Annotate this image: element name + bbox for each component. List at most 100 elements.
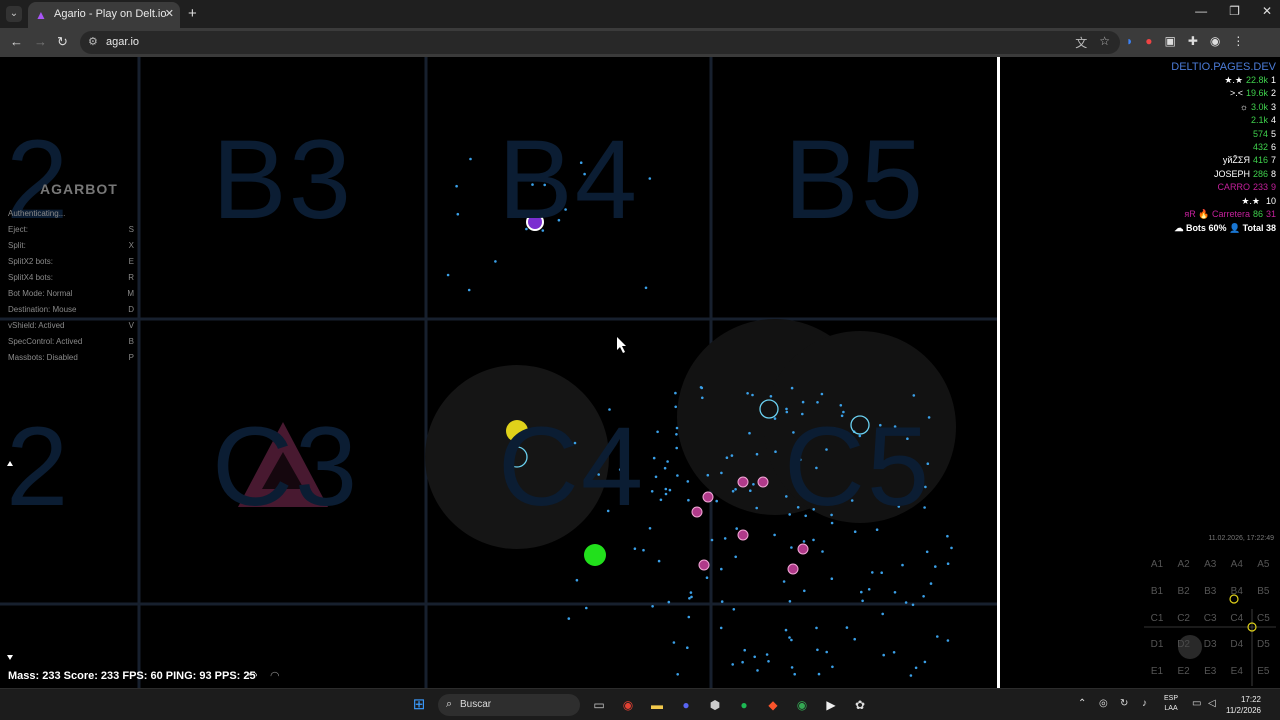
leaderboard-row: JOSEPH 286 8 bbox=[1146, 169, 1276, 182]
leaderboard-name: CARRO bbox=[1217, 182, 1250, 193]
pellet bbox=[687, 615, 691, 619]
sector-label: C4 bbox=[498, 404, 646, 529]
tab-agario[interactable]: ▲ Agario - Play on Delt.io ✕ bbox=[28, 2, 180, 28]
leaderboard-row: 574 5 bbox=[1146, 129, 1276, 142]
tab-close-icon[interactable]: ✕ bbox=[165, 7, 174, 20]
pellet bbox=[790, 638, 793, 642]
extension-box-icon[interactable]: ▣ bbox=[1165, 34, 1176, 48]
sector-label: B5 bbox=[784, 117, 925, 242]
menu-key: V bbox=[128, 321, 134, 330]
pellet bbox=[455, 184, 458, 188]
pellet bbox=[860, 590, 863, 594]
leaderboard-rank: 5 bbox=[1270, 128, 1276, 139]
sector-label: C3 bbox=[212, 404, 360, 529]
pellet bbox=[705, 576, 709, 579]
extensions-puzzle-icon[interactable]: ✚ bbox=[1188, 34, 1198, 48]
taskbar: ⊞ ⌕ Buscar ▭ ◉ ▬ ● ⬢ ● ◆ ◉ ▶ ✿ ⌃ ◎ ↻ ♪ E… bbox=[0, 688, 1280, 720]
pellet bbox=[880, 571, 883, 574]
tray-app-icon[interactable]: ◎ bbox=[1099, 698, 1108, 709]
pellet bbox=[788, 600, 792, 603]
leaderboard-row: >.< 19.6k 2 bbox=[1146, 88, 1276, 101]
extension-wave-icon[interactable]: ◗ bbox=[1126, 34, 1133, 48]
leaderboard-name: ☼ bbox=[1239, 101, 1248, 112]
taskbar-search[interactable]: ⌕ Buscar bbox=[438, 694, 580, 716]
leaderboard: DELTIO.PAGES.DEV ★.★ 22.8k 1 >.< 19.6k 2 ☼ 3.0k… bbox=[1146, 61, 1276, 234]
extensions-area: ◗ ● ▣ ✚ ◉ ⋮ bbox=[1126, 34, 1244, 48]
pellet bbox=[755, 506, 758, 510]
chrome-icon[interactable]: ◉ bbox=[619, 696, 637, 714]
game-canvas[interactable]: 2 B3 B4 B5 2 C3 C4 C5 AGARBOT Authentica… bbox=[0, 57, 1280, 688]
translate-icon[interactable]: 文 bbox=[1075, 34, 1087, 51]
network-icon[interactable]: ▭ bbox=[1192, 698, 1201, 709]
ejected-mass-cell bbox=[698, 559, 710, 571]
pellet bbox=[701, 396, 704, 400]
pellet bbox=[820, 392, 824, 396]
pellet bbox=[654, 475, 658, 479]
leaderboard-name: яR 🔥 Carretera bbox=[1184, 208, 1250, 219]
file-explorer-icon[interactable]: ▬ bbox=[648, 696, 666, 714]
discord-icon[interactable]: ● bbox=[677, 696, 695, 714]
pellet bbox=[950, 546, 953, 550]
language-code: ESP bbox=[1164, 695, 1179, 702]
language-indicator[interactable]: ESP LAA bbox=[1164, 694, 1178, 714]
menu-label: SplitX4 bots: bbox=[8, 273, 53, 282]
brave-icon[interactable]: ◆ bbox=[764, 696, 782, 714]
leaderboard-footer: ☁ Bots 60% 👤 Total 38 bbox=[1174, 223, 1276, 234]
tab-search-button[interactable]: ⌄ bbox=[6, 6, 22, 22]
pellet bbox=[687, 498, 690, 502]
ejected-mass-cell bbox=[757, 476, 769, 488]
ejected-mass-cell bbox=[787, 563, 799, 575]
address-bar[interactable]: ⚙ agar.io 文 ☆ bbox=[80, 31, 1120, 54]
pellet bbox=[666, 460, 669, 463]
pellet bbox=[815, 626, 818, 630]
pellet bbox=[845, 626, 849, 629]
chrome-alt-icon[interactable]: ◉ bbox=[793, 696, 811, 714]
extension-fire-icon[interactable]: ● bbox=[1145, 34, 1152, 48]
pellet bbox=[748, 431, 751, 435]
new-tab-button[interactable]: + bbox=[188, 5, 197, 22]
mouse-cursor-icon bbox=[617, 337, 626, 353]
ejected-mass-cell bbox=[737, 476, 749, 488]
reload-icon[interactable]: ↻ bbox=[57, 34, 68, 50]
media-player-icon[interactable]: ▶ bbox=[822, 696, 840, 714]
pellet bbox=[929, 582, 933, 585]
package-icon[interactable]: ⬢ bbox=[706, 696, 724, 714]
minimize-button[interactable]: — bbox=[1195, 4, 1207, 18]
leaderboard-row: CARRO 233 9 bbox=[1146, 182, 1276, 195]
leaderboard-rank: 6 bbox=[1270, 141, 1276, 152]
restore-button[interactable]: ❐ bbox=[1229, 4, 1240, 18]
profile-avatar-icon[interactable]: ◉ bbox=[1210, 34, 1220, 48]
pellet bbox=[686, 480, 690, 483]
browser-menu-icon[interactable]: ⋮ bbox=[1232, 34, 1244, 48]
pellet bbox=[720, 471, 723, 475]
microphone-icon[interactable]: ♪ bbox=[1142, 698, 1147, 709]
leaderboard-rank: 4 bbox=[1270, 115, 1276, 126]
bookmark-star-icon[interactable]: ☆ bbox=[1099, 34, 1110, 51]
chatgpt-icon[interactable]: ✿ bbox=[851, 696, 869, 714]
task-view-icon[interactable]: ▭ bbox=[590, 696, 608, 714]
system-clock[interactable]: 17:22 11/2/2026 bbox=[1226, 694, 1261, 716]
forward-arrow-icon[interactable]: → bbox=[34, 34, 47, 49]
pellet bbox=[456, 212, 460, 216]
pellet bbox=[648, 177, 652, 180]
leaderboard-score: 3.0k bbox=[1250, 101, 1268, 112]
minimap: A1A2A3A4A5B1B2B3B4B5C1C2C3C4C5D1D2D3D4D5… bbox=[1144, 551, 1276, 686]
back-arrow-icon[interactable]: ← bbox=[10, 34, 23, 49]
tray-chevron-icon[interactable]: ⌃ bbox=[1078, 698, 1086, 709]
leaderboard-score: 22.8k bbox=[1245, 75, 1268, 85]
leaderboard-rank: 7 bbox=[1270, 155, 1276, 166]
spotify-icon[interactable]: ● bbox=[735, 696, 753, 714]
enemy-cell bbox=[584, 544, 606, 566]
pellet bbox=[725, 456, 729, 460]
leaderboard-row: ★.★ 10 bbox=[1146, 196, 1276, 209]
leaderboard-rank: 1 bbox=[1270, 75, 1276, 85]
site-info-icon[interactable]: ⚙ bbox=[88, 35, 98, 48]
windows-start-icon[interactable]: ⊞ bbox=[410, 696, 428, 714]
pellet bbox=[663, 466, 667, 470]
pellet bbox=[923, 660, 927, 664]
pellet bbox=[861, 599, 864, 603]
volume-icon[interactable]: ◁ bbox=[1208, 698, 1216, 709]
pellet bbox=[767, 660, 770, 663]
tray-sync-icon[interactable]: ↻ bbox=[1120, 698, 1128, 709]
close-window-button[interactable]: ✕ bbox=[1262, 4, 1272, 18]
